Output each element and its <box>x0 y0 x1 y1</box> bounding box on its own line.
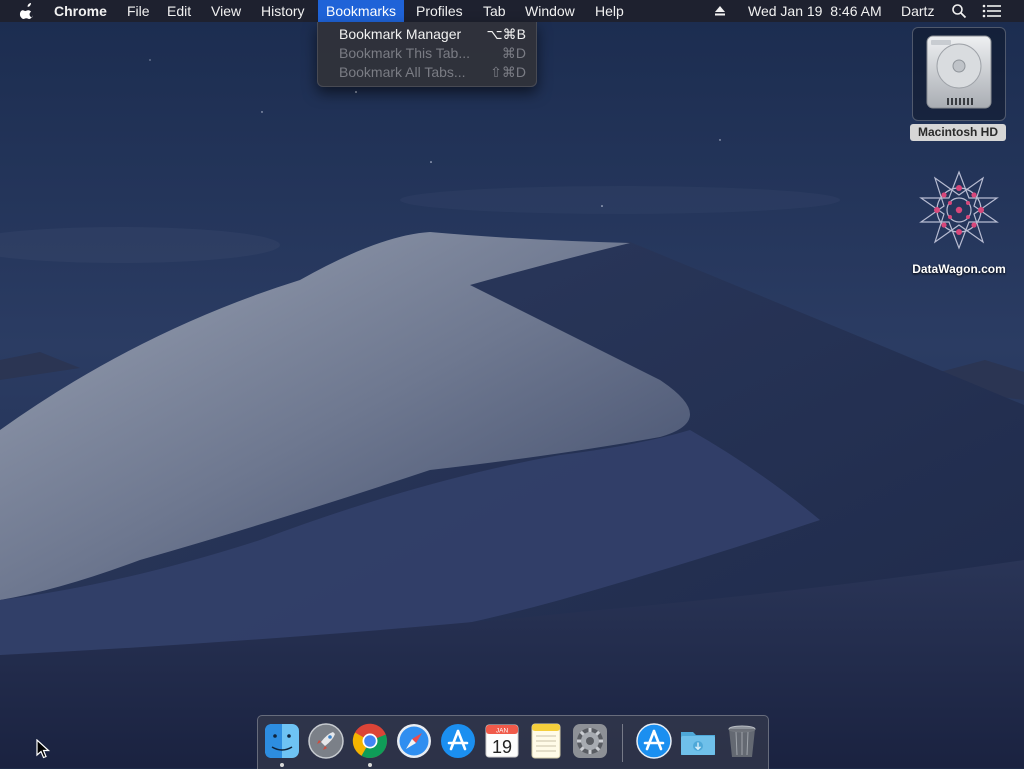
menu-profiles[interactable]: Profiles <box>408 0 471 22</box>
menu-bookmarks[interactable]: Bookmarks <box>318 0 405 22</box>
menu-edit[interactable]: Edit <box>159 0 199 22</box>
dock-item-app-store-2[interactable] <box>635 722 673 760</box>
dock-item-safari[interactable] <box>395 722 433 760</box>
dock-item-system-preferences[interactable] <box>571 722 609 760</box>
desktop-icon-label: DataWagon.com <box>912 262 1006 276</box>
mouse-cursor-icon <box>36 739 50 759</box>
notes-icon <box>531 723 561 759</box>
dock-item-finder[interactable] <box>263 722 301 760</box>
trash-icon <box>728 725 756 757</box>
menu-file[interactable]: File <box>119 0 158 22</box>
app-store-icon <box>636 723 672 759</box>
chrome-icon <box>352 723 387 758</box>
menu-view[interactable]: View <box>203 0 249 22</box>
running-indicator <box>280 763 284 767</box>
eject-icon[interactable] <box>713 0 727 22</box>
menu-item-shortcut: ⌥⌘B <box>486 26 526 42</box>
dock-item-chrome[interactable] <box>351 722 389 760</box>
desktop-wallpaper <box>0 0 1024 768</box>
calendar-icon: JAN 19 <box>485 724 519 758</box>
hard-drive-icon <box>926 35 992 109</box>
menu-item-shortcut: ⌘D <box>501 45 526 61</box>
gear-icon <box>573 724 607 758</box>
menu-item-label: Bookmark Manager <box>339 26 462 42</box>
dock-separator <box>622 724 623 762</box>
dock-item-calendar[interactable]: JAN 19 <box>483 722 521 760</box>
menu-window[interactable]: Window <box>517 0 583 22</box>
launchpad-rocket-icon <box>308 723 344 759</box>
menu-item-label: Bookmark All Tabs... <box>339 64 466 80</box>
safari-compass-icon <box>397 724 431 758</box>
dock: JAN 19 <box>257 715 769 769</box>
calendar-month: JAN <box>496 728 509 735</box>
menu-item-bookmark-all-tabs: Bookmark All Tabs... ⇧⌘D <box>318 63 536 82</box>
menu-item-bookmark-manager[interactable]: Bookmark Manager ⌥⌘B <box>318 25 536 44</box>
menubar-clock[interactable]: Wed Jan 19 8:46 AM <box>748 0 882 22</box>
menu-help[interactable]: Help <box>587 0 632 22</box>
downloads-folder-icon <box>681 732 715 755</box>
dock-item-downloads[interactable] <box>679 722 717 760</box>
bookmarks-dropdown-menu: Bookmark Manager ⌥⌘B Bookmark This Tab..… <box>317 22 537 87</box>
dock-item-app-store[interactable] <box>439 722 477 760</box>
app-store-icon <box>441 724 475 758</box>
mandala-logo-icon <box>919 170 999 250</box>
menu-history[interactable]: History <box>253 0 313 22</box>
menu-item-bookmark-this-tab: Bookmark This Tab... ⌘D <box>318 44 536 63</box>
dock-item-launchpad[interactable] <box>307 722 345 760</box>
calendar-day: 19 <box>492 737 512 757</box>
menu-item-label: Bookmark This Tab... <box>339 45 470 61</box>
running-indicator <box>368 763 372 767</box>
menubar-user[interactable]: Dartz <box>901 0 934 22</box>
menu-bar: Chrome File Edit View History Bookmarks … <box>0 0 1024 22</box>
menu-item-shortcut: ⇧⌘D <box>490 64 526 80</box>
desktop-icon-label: Macintosh HD <box>910 124 1006 141</box>
finder-icon <box>265 724 299 758</box>
apple-menu[interactable] <box>11 0 41 22</box>
list-icon[interactable] <box>982 0 1002 22</box>
apple-logo-icon <box>19 3 34 19</box>
search-icon[interactable] <box>951 0 967 22</box>
dock-item-trash[interactable] <box>723 722 761 760</box>
dock-item-notes[interactable] <box>527 722 565 760</box>
app-menu-chrome[interactable]: Chrome <box>46 0 115 22</box>
menu-tab[interactable]: Tab <box>475 0 514 22</box>
